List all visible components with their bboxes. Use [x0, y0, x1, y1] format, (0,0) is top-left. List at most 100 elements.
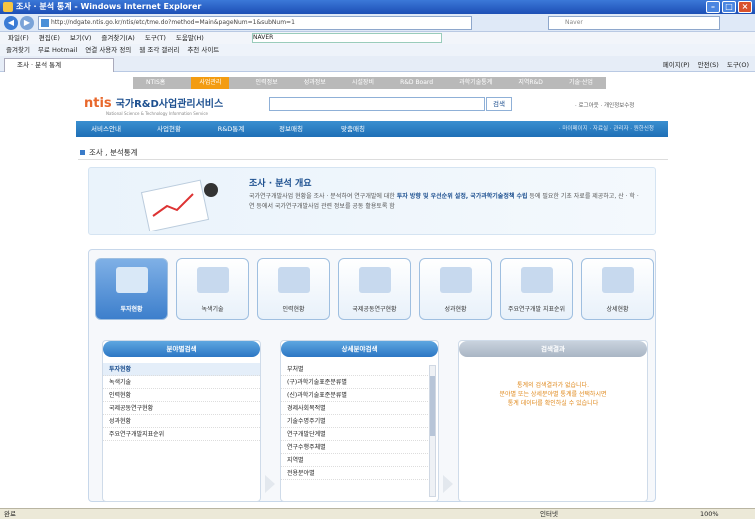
maximize-button[interactable]: □: [722, 1, 736, 13]
arrow-right-icon: [265, 475, 275, 493]
naver-search-input[interactable]: Naver: [548, 16, 720, 30]
document-icon: [602, 267, 634, 293]
detail-item[interactable]: 부처별: [281, 363, 428, 376]
result-line: 통계 데이터를 확인하실 수 있습니다: [507, 400, 599, 407]
main-nav: 서비스안내 사업현황 R&D통계 정보매칭 맞춤매칭 · 마이페이지 · 자료실…: [76, 121, 668, 137]
gnb-business[interactable]: 사업현황: [136, 121, 202, 137]
gnb-info-match[interactable]: 정보매칭: [260, 121, 322, 137]
fav-custom[interactable]: 연결 사용자 정의: [85, 44, 131, 56]
fav-favorites[interactable]: 즐겨찾기: [6, 44, 30, 56]
ntis-logo-icon: ntis: [84, 96, 112, 111]
page-icon: [41, 19, 49, 27]
gnb-custom-match[interactable]: 맞춤매칭: [322, 121, 384, 137]
logo-text: 국가R&D사업관리서비스: [115, 99, 224, 110]
field-item-international[interactable]: 국제공동연구현황: [103, 402, 260, 415]
menu-edit[interactable]: 편집(E): [39, 32, 60, 44]
detail-search-header: 상세분야검색: [281, 341, 438, 357]
menu-tools[interactable]: 도구(T): [145, 32, 166, 44]
detail-item[interactable]: 경제사회목적별: [281, 402, 428, 415]
status-text: 완료: [4, 510, 16, 518]
site-search-input[interactable]: [269, 97, 485, 111]
gnb-rnd-stats[interactable]: R&D통계: [202, 121, 260, 137]
fav-hotmail[interactable]: 무료 Hotmail: [38, 44, 77, 56]
naver-placeholder: Naver: [565, 19, 583, 26]
globe-icon: [359, 267, 391, 293]
card-label: 인력현황: [282, 306, 305, 313]
scroll-thumb[interactable]: [430, 376, 435, 436]
site-search-button[interactable]: 검색: [486, 97, 512, 111]
logo-subtitle: National Science & Technology Informatio…: [106, 111, 208, 116]
detail-item[interactable]: 연구개발단계별: [281, 428, 428, 441]
tool-page[interactable]: 페이지(P): [663, 59, 690, 69]
tool-tools[interactable]: 도구(O): [727, 59, 749, 69]
detail-item[interactable]: (신)과학기술표준분류별: [281, 389, 428, 402]
menu-help[interactable]: 도움말(H): [176, 32, 204, 44]
favorites-bar: 즐겨찾기 무료 Hotmail 연결 사용자 정의 웹 조각 갤러리 추천 사이…: [0, 44, 755, 56]
page-title: 조사 , 분석통계: [80, 147, 138, 158]
zoom-level[interactable]: 100%: [700, 509, 719, 519]
detail-scrollbar[interactable]: [429, 365, 436, 497]
detail-item[interactable]: 기술수명주기별: [281, 415, 428, 428]
zum-search-box[interactable]: NAVER: [252, 33, 442, 43]
person-icon: [278, 267, 310, 293]
top-menu-stats[interactable]: 과학기술통계: [459, 77, 492, 89]
util-links[interactable]: · 로그아웃 · 개인정보수정: [575, 101, 634, 109]
fav-suggested[interactable]: 추천 사이트: [187, 44, 219, 56]
card-label: 녹색기술: [201, 306, 224, 313]
status-bar: 완료 인터넷 100%: [0, 508, 755, 519]
tab-current[interactable]: 조사 · 분석 통계: [4, 58, 114, 72]
fav-gallery[interactable]: 웹 조각 갤러리: [139, 44, 179, 56]
detail-search-column: 상세분야검색 부처별 (구)과학기술표준분류별 (신)과학기술표준분류별 경제사…: [280, 340, 439, 502]
card-label: 성과현황: [444, 306, 467, 313]
chart-illustration-icon: [140, 179, 218, 231]
result-header: 검색결과: [459, 341, 647, 357]
top-menu-people[interactable]: 인력정보: [256, 77, 278, 89]
site-logo[interactable]: ntis 국가R&D사업관리서비스 National Science & Tech…: [84, 95, 223, 116]
url-field[interactable]: http://ndgate.ntis.go.kr/ntis/etc/tme.do…: [38, 16, 472, 30]
detail-item[interactable]: (구)과학기술표준분류별: [281, 376, 428, 389]
card-international[interactable]: 국제공동연구현황: [338, 258, 411, 320]
card-label: 주요연구개발 지표순위: [507, 306, 566, 313]
stats-panel: 투자현황 녹색기술 인력현황 국제공동연구현황 성과현황 주요연구개발 지표순위…: [88, 249, 656, 502]
top-menu-industry[interactable]: 기술·산업: [569, 77, 593, 89]
gnb-right-links[interactable]: · 마이페이지 · 자료실 · 관리자 · 원한신청: [559, 121, 654, 137]
card-green-tech[interactable]: 녹색기술: [176, 258, 249, 320]
gnb-service[interactable]: 서비스안내: [76, 121, 136, 137]
detail-item[interactable]: 지역별: [281, 454, 428, 467]
card-indicator-rank[interactable]: 주요연구개발 지표순위: [500, 258, 573, 320]
top-menu-project[interactable]: 사업관리: [191, 77, 230, 89]
card-details[interactable]: 상세현황: [581, 258, 654, 320]
card-investment[interactable]: 투자현황: [95, 258, 168, 320]
tool-safety[interactable]: 안전(S): [698, 59, 719, 69]
back-icon[interactable]: ◀: [4, 16, 18, 30]
detail-item[interactable]: 연구수행주체별: [281, 441, 428, 454]
field-item-performance[interactable]: 성과현황: [103, 415, 260, 428]
url-text: http://ndgate.ntis.go.kr/ntis/etc/tme.do…: [51, 19, 295, 26]
menu-favorites[interactable]: 즐겨찾기(A): [101, 32, 134, 44]
field-item-investment[interactable]: 투자현황: [103, 363, 260, 376]
card-label: 투자현황: [120, 306, 143, 313]
menu-view[interactable]: 보기(V): [70, 32, 91, 44]
result-column: 검색결과 통계의 검색결과가 없습니다. 분야별 또는 상세분야별 통계를 선택…: [458, 340, 648, 502]
page-title-text: 조사 , 분석통계: [89, 148, 138, 157]
menu-file[interactable]: 파일(F): [8, 32, 29, 44]
overview-box: 조사 · 분석 개요 국가연구개발사업 현황을 조사 · 분석하여 연구개발에 …: [88, 167, 656, 235]
top-menu-region[interactable]: 지역R&D: [518, 77, 543, 89]
top-menu-results[interactable]: 성과정보: [304, 77, 326, 89]
chart-icon: [440, 267, 472, 293]
field-item-indicators[interactable]: 주요연구개발지표순위: [103, 428, 260, 441]
card-performance[interactable]: 성과현황: [419, 258, 492, 320]
forward-icon[interactable]: ▶: [20, 16, 34, 30]
leaf-icon: [197, 267, 229, 293]
field-item-green[interactable]: 녹색기술: [103, 376, 260, 389]
card-personnel[interactable]: 인력현황: [257, 258, 330, 320]
top-menu-equipment[interactable]: 시설장비: [352, 77, 374, 89]
top-menu-home[interactable]: NTIS홈: [146, 77, 165, 89]
field-item-personnel[interactable]: 인력현황: [103, 389, 260, 402]
detail-item[interactable]: 전용분야별: [281, 467, 428, 480]
minimize-button[interactable]: –: [706, 1, 720, 13]
bullet-icon: [80, 150, 85, 155]
overview-text: 국가연구개발사업 현황을 조사 · 분석하여 연구개발에 대한 투자 방향 및 …: [249, 192, 639, 212]
close-button[interactable]: ×: [738, 1, 752, 13]
top-menu-board[interactable]: R&D Board: [400, 77, 433, 89]
